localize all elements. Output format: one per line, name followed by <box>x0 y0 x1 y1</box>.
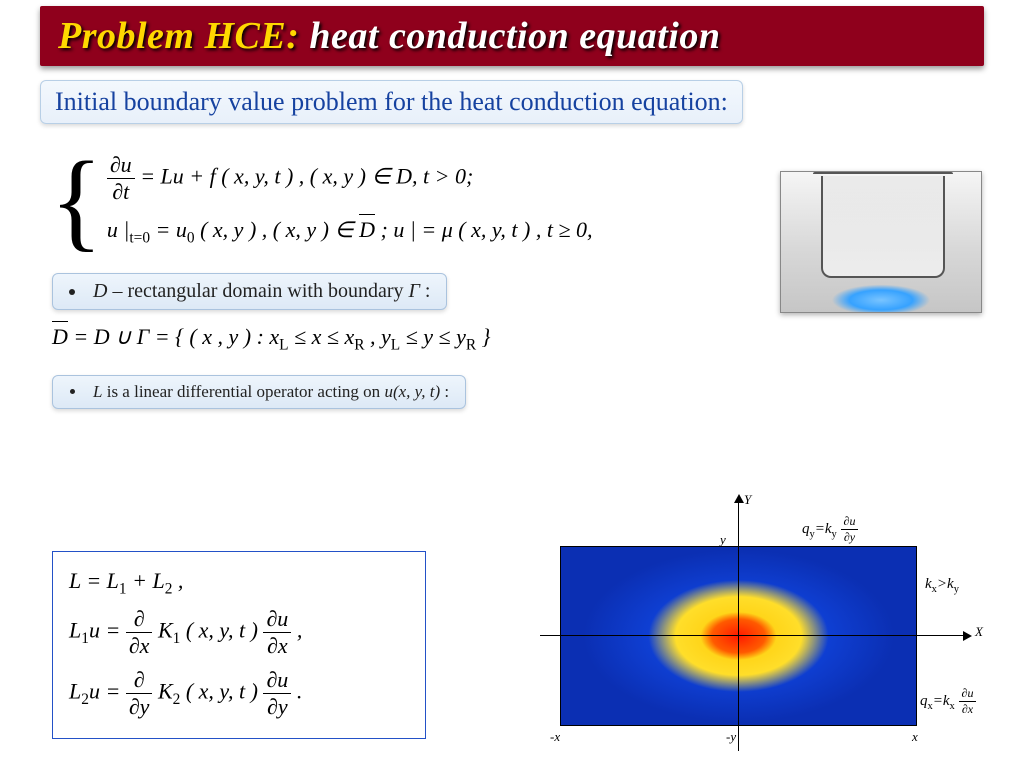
dudy-inner: ∂u∂y <box>263 667 291 720</box>
yr-sub: R <box>466 337 476 354</box>
num: ∂u <box>110 152 132 177</box>
beaker-icon <box>821 176 945 278</box>
operator-box: L = L1 + L2 , L1u = ∂∂x K1 ( x, y, t ) ∂… <box>52 551 426 739</box>
Y-axis-label: Y <box>744 492 751 508</box>
neg-x-tick: -x <box>550 729 560 745</box>
zero-sub: 0 <box>187 229 195 246</box>
x-tick: x <box>912 729 918 745</box>
ddy-outer: ∂∂y <box>126 667 153 720</box>
heatmap-figure: Y X y x -x -y qy=ky ∂u∂y kx>ky qx=kx ∂u∂… <box>520 496 990 766</box>
ddx-outer: ∂∂x <box>126 606 153 659</box>
domain-definition: D = D ∪ Γ = { ( x , y ) : xL ≤ x ≤ xR , … <box>52 324 972 354</box>
den: ∂t <box>112 179 129 204</box>
boiling-water-image <box>780 171 982 313</box>
gamma-symbol: Γ <box>408 280 419 302</box>
pde-equation: ∂u ∂t = Lu + f ( x, y, t ) , ( x, y ) ∈ … <box>107 152 593 205</box>
yl-sub: L <box>391 337 400 354</box>
pde-rhs: = Lu + f ( x, y, t ) , ( x, y ) ∈ D, t >… <box>140 164 473 189</box>
kx-gt-ky: kx>ky <box>925 576 959 595</box>
mid2: , y <box>365 324 391 349</box>
y-axis <box>738 496 739 751</box>
operator-note: L is a linear differential operator acti… <box>52 375 466 409</box>
xy-in: ( x, y ) , ( x, y ) ∈ <box>200 217 359 242</box>
left-brace: { <box>50 155 103 245</box>
y-tick: y <box>720 532 726 548</box>
xl-sub: L <box>279 337 288 354</box>
D-symbol: D <box>93 280 107 302</box>
dudt-fraction: ∂u ∂t <box>107 152 135 205</box>
u-restrict: u | <box>107 217 130 242</box>
L2-def: L2u = ∂∂y K2 ( x, y, t ) ∂u∂y . <box>69 667 409 720</box>
qy-equation: qy=ky ∂u∂y <box>802 514 858 545</box>
slide-title: Problem HCE: heat conduction equation <box>40 6 984 66</box>
op-text: is a linear differential operator acting… <box>102 382 384 401</box>
domain-text: – rectangular domain with boundary <box>107 280 408 302</box>
neg-y-tick: -y <box>726 729 736 745</box>
eq-u0: = u <box>156 217 187 242</box>
domain-note: D – rectangular domain with boundary Γ : <box>52 273 447 310</box>
t0-sub: t=0 <box>129 229 150 246</box>
xr-sub: R <box>354 337 364 354</box>
title-prefix: Problem HCE: <box>58 15 299 57</box>
operator-note-item: L is a linear differential operator acti… <box>87 380 455 404</box>
bc-tail: ; u | = μ ( x, y, t ) , t ≥ 0, <box>381 217 593 242</box>
op-colon: : <box>440 382 449 401</box>
d-bar: D <box>52 324 68 350</box>
L-split: L = L1 + L2 , <box>69 568 409 598</box>
d-end: } <box>476 324 490 349</box>
domain-note-item: D – rectangular domain with boundary Γ : <box>87 278 436 305</box>
mid1: ≤ x ≤ x <box>289 324 355 349</box>
mid3: ≤ y ≤ y <box>400 324 466 349</box>
L1-def: L1u = ∂∂x K1 ( x, y, t ) ∂u∂x , <box>69 606 409 659</box>
d-eq1: = D ∪ Γ = { ( x , y ) : x <box>68 324 279 349</box>
equation-lines: ∂u ∂t = Lu + f ( x, y, t ) , ( x, y ) ∈ … <box>107 140 593 259</box>
dudx-inner: ∂u∂x <box>263 606 291 659</box>
ic-bc-equation: u |t=0 = u0 ( x, y ) , ( x, y ) ∈ D ; u … <box>107 217 593 247</box>
domain-colon: : <box>420 280 431 302</box>
X-axis-label: X <box>975 624 983 640</box>
intro-callout: Initial boundary value problem for the h… <box>40 80 743 124</box>
x-axis <box>540 635 970 636</box>
d-closure: D <box>359 217 375 243</box>
qx-equation: qx=kx ∂u∂x <box>920 686 976 717</box>
u-func: u(x, y, t) <box>384 382 440 401</box>
title-rest: heat conduction equation <box>299 15 720 57</box>
